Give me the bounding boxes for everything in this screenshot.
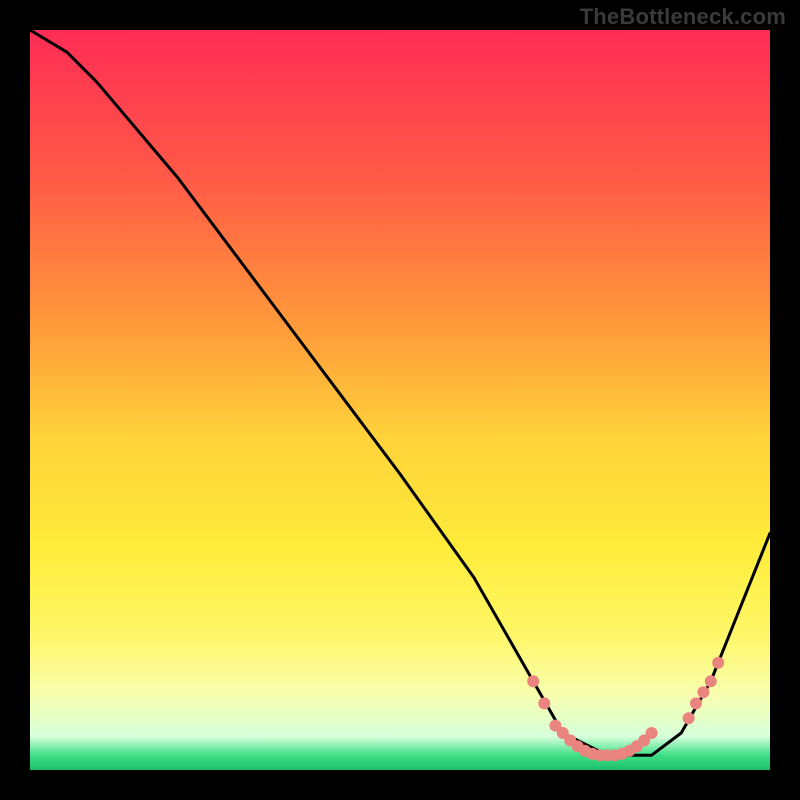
bottleneck-plot	[0, 0, 800, 800]
highlight-dot	[538, 697, 550, 709]
highlight-dot	[690, 697, 702, 709]
highlight-dot	[712, 657, 724, 669]
highlight-dot	[646, 727, 658, 739]
highlight-dot	[705, 675, 717, 687]
highlight-dot	[697, 686, 709, 698]
highlight-dot	[527, 675, 539, 687]
plot-background	[30, 30, 770, 770]
chart-stage: TheBottleneck.com	[0, 0, 800, 800]
highlight-dot	[683, 712, 695, 724]
